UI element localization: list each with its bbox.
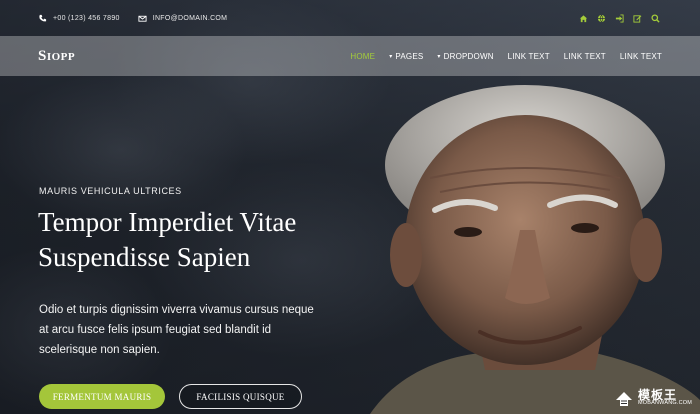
- watermark-text: 模板王 MOBANWANG.COM: [638, 388, 693, 407]
- home-icon[interactable]: [579, 14, 588, 23]
- nav-item-dropdown[interactable]: ▾ DROPDOWN: [437, 52, 493, 61]
- site-logo[interactable]: SIOPP: [38, 48, 75, 65]
- caret-down-icon: ▾: [437, 53, 441, 60]
- search-icon[interactable]: [651, 13, 660, 23]
- contact-info: +00 (123) 456 7890 INFO@DOMAIN.COM: [38, 14, 227, 23]
- phone-icon: [39, 14, 47, 21]
- hero-description: Odio et turpis dignissim viverra vivamus…: [39, 300, 384, 360]
- email-item[interactable]: INFO@DOMAIN.COM: [138, 14, 228, 23]
- hero-description-line-1: Odio et turpis dignissim viverra vivamus…: [39, 304, 314, 316]
- hero-description-line-2: at arcu fusce felis ipsum feugiat sed bl…: [39, 324, 272, 336]
- portrait-image: [370, 85, 700, 414]
- main-nav-bar: SIOPP HOME ▾ PAGES ▾ DROPDOWN LINK TEXT …: [0, 36, 700, 76]
- hero-title-line-2: Suspendisse Sapien: [38, 242, 251, 272]
- hero-title: Tempor Imperdiet Vitae Suspendisse Sapie…: [38, 205, 398, 275]
- fermentum-mauris-button[interactable]: FERMENTUM MAURIS: [39, 384, 165, 409]
- main-menu: HOME ▾ PAGES ▾ DROPDOWN LINK TEXT LINK T…: [350, 52, 662, 61]
- nav-item-link-3[interactable]: LINK TEXT: [620, 52, 662, 61]
- facilisis-quisque-button[interactable]: FACILISIS QUISQUE: [179, 384, 302, 409]
- watermark: 模板王 MOBANWANG.COM: [614, 386, 694, 410]
- hero-title-line-1: Tempor Imperdiet Vitae: [38, 207, 297, 237]
- nav-item-link-1[interactable]: LINK TEXT: [508, 52, 550, 61]
- envelope-icon: [138, 15, 147, 22]
- email-address: INFO@DOMAIN.COM: [152, 14, 228, 22]
- hero-kicker: MAURIS VEHICULA ULTRICES: [39, 186, 182, 196]
- nav-item-link-2[interactable]: LINK TEXT: [564, 52, 606, 61]
- nav-item-pages[interactable]: ▾ PAGES: [389, 52, 423, 61]
- nav-item-home[interactable]: HOME: [350, 52, 375, 61]
- caret-down-icon: ▾: [389, 53, 393, 60]
- phone-number: +00 (123) 456 7890: [53, 14, 120, 22]
- phone-item[interactable]: +00 (123) 456 7890: [38, 14, 120, 23]
- edit-icon[interactable]: [633, 14, 642, 23]
- hero-description-line-3: scelerisque non sapien.: [39, 344, 160, 356]
- top-bar: +00 (123) 456 7890 INFO@DOMAIN.COM: [0, 0, 700, 36]
- sign-in-icon[interactable]: [615, 13, 624, 23]
- top-tools: [579, 13, 660, 23]
- globe-icon[interactable]: [597, 14, 606, 23]
- watermark-logo-icon: [616, 392, 632, 406]
